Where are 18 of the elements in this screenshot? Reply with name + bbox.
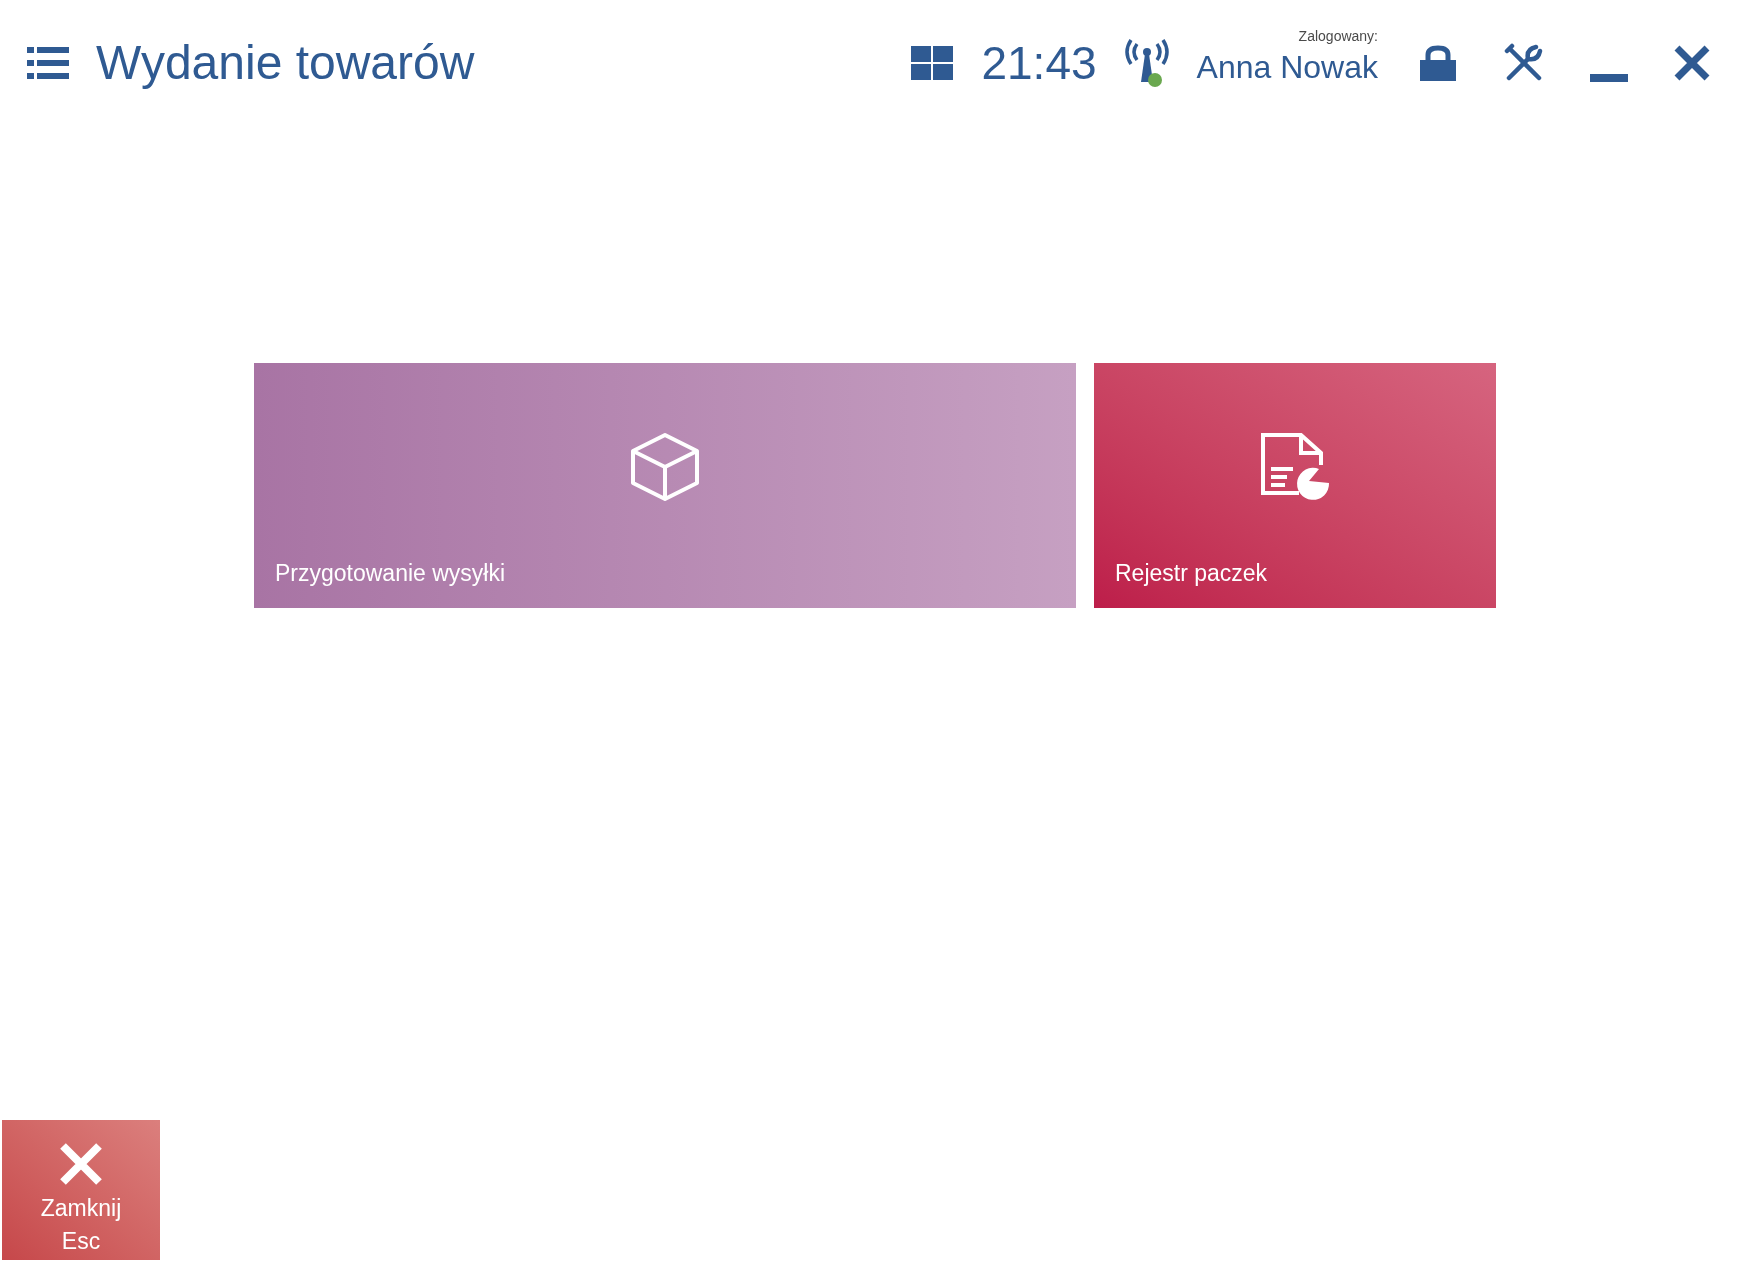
user-name: Anna Nowak (1196, 51, 1378, 83)
tile[interactable]: Rejestr paczek (1094, 363, 1496, 608)
tile[interactable]: Przygotowanie wysyłki (254, 363, 1076, 608)
tools-icon[interactable] (1504, 43, 1544, 83)
close-icon (59, 1142, 103, 1186)
lock-icon[interactable] (1418, 45, 1458, 81)
clock-time: 21:43 (981, 40, 1097, 86)
close-icon[interactable] (1674, 45, 1710, 81)
menu-icon[interactable] (26, 45, 70, 81)
document-chart-icon (1259, 431, 1331, 503)
antenna-icon (1124, 38, 1169, 88)
user-label: Zalogowany: (1298, 29, 1378, 43)
cube-icon (629, 431, 701, 503)
tile-label: Rejestr paczek (1115, 558, 1268, 588)
screen-title: Wydanie towarów (96, 39, 475, 87)
close-button[interactable]: Zamknij Esc (2, 1120, 160, 1260)
tiles-view-icon[interactable] (911, 46, 954, 80)
tile-label: Przygotowanie wysyłki (275, 558, 506, 588)
